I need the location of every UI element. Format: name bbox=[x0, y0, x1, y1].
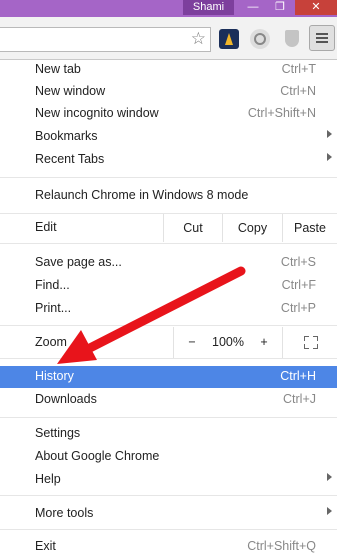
close-button[interactable]: ✕ bbox=[295, 0, 337, 15]
menu-item-help[interactable]: Help bbox=[0, 469, 337, 491]
bookmark-star-icon[interactable]: ☆ bbox=[191, 29, 206, 49]
menu-item-save-page-as[interactable]: Save page as... Ctrl+S bbox=[0, 252, 337, 274]
menu-separator bbox=[0, 243, 337, 244]
shield-extension-icon[interactable] bbox=[282, 29, 302, 49]
menu-item-downloads[interactable]: Downloads Ctrl+J bbox=[0, 389, 337, 411]
menu-item-recent-tabs[interactable]: Recent Tabs bbox=[0, 149, 337, 171]
menu-item-label: Bookmarks bbox=[35, 129, 98, 143]
chrome-menu-button[interactable] bbox=[309, 25, 335, 51]
menu-item-find[interactable]: Find... Ctrl+F bbox=[0, 275, 337, 297]
submenu-arrow-icon bbox=[327, 507, 332, 515]
menu-item-label: New tab bbox=[35, 62, 81, 76]
menu-item-print[interactable]: Print... Ctrl+P bbox=[0, 298, 337, 320]
menu-item-label: Downloads bbox=[35, 392, 97, 406]
menu-item-shortcut: Ctrl+Shift+Q bbox=[247, 539, 316, 553]
address-bar[interactable]: ☆ bbox=[0, 27, 211, 52]
menu-item-shortcut: Ctrl+S bbox=[280, 255, 316, 269]
zoom-out-button[interactable]: − bbox=[173, 327, 210, 358]
profile-name-badge[interactable]: Shami bbox=[183, 0, 234, 15]
menu-item-label: Recent Tabs bbox=[35, 152, 105, 166]
menu-item-more-tools[interactable]: More tools bbox=[0, 503, 337, 525]
menu-separator bbox=[0, 417, 337, 418]
menu-separator bbox=[0, 177, 337, 178]
menu-item-settings[interactable]: Settings bbox=[0, 423, 337, 445]
menu-item-label: Print... bbox=[35, 301, 72, 315]
zoom-in-button[interactable]: + bbox=[246, 327, 282, 358]
submenu-arrow-icon bbox=[327, 130, 332, 138]
menu-item-label: Save page as... bbox=[35, 255, 122, 269]
menu-separator bbox=[0, 495, 337, 496]
menu-item-shortcut: Ctrl+H bbox=[280, 369, 316, 383]
menu-item-shortcut: Ctrl+P bbox=[280, 301, 316, 315]
menu-item-label: Help bbox=[35, 472, 61, 486]
minimize-button[interactable]: — bbox=[241, 0, 265, 15]
menu-item-label: Settings bbox=[35, 426, 81, 440]
extension-icon[interactable] bbox=[219, 29, 239, 49]
zoom-row: Zoom − 100% + bbox=[0, 327, 337, 358]
menu-item-label: History bbox=[35, 369, 74, 383]
restore-button[interactable]: ❐ bbox=[268, 0, 292, 15]
paste-button[interactable]: Paste bbox=[282, 214, 337, 242]
menu-item-label: Find... bbox=[35, 278, 70, 292]
submenu-arrow-icon bbox=[327, 473, 332, 481]
zoom-level: 100% bbox=[212, 335, 244, 349]
edit-label: Edit bbox=[35, 220, 57, 234]
chrome-main-menu: New tab Ctrl+T New window Ctrl+N New inc… bbox=[0, 59, 337, 560]
browser-toolbar: ☆ bbox=[0, 17, 337, 60]
menu-separator bbox=[0, 325, 337, 326]
menu-item-about-chrome[interactable]: About Google Chrome bbox=[0, 446, 337, 468]
submenu-arrow-icon bbox=[327, 153, 332, 161]
menu-item-new-window[interactable]: New window Ctrl+N bbox=[0, 81, 337, 103]
menu-item-label: Exit bbox=[35, 539, 56, 553]
menu-separator bbox=[0, 358, 337, 359]
menu-item-label: New window bbox=[35, 84, 106, 98]
menu-item-label: Relaunch Chrome in Windows 8 mode bbox=[35, 188, 249, 202]
menu-item-exit[interactable]: Exit Ctrl+Shift+Q bbox=[0, 536, 337, 558]
menu-item-shortcut: Ctrl+J bbox=[283, 392, 316, 406]
menu-item-shortcut: Ctrl+N bbox=[280, 84, 316, 98]
menu-item-new-incognito-window[interactable]: New incognito window Ctrl+Shift+N bbox=[0, 103, 337, 125]
menu-item-shortcut: Ctrl+F bbox=[281, 278, 316, 292]
zoom-label: Zoom bbox=[35, 335, 67, 349]
menu-item-new-tab[interactable]: New tab Ctrl+T bbox=[0, 59, 337, 81]
cut-button[interactable]: Cut bbox=[163, 214, 222, 242]
menu-item-label: New incognito window bbox=[35, 106, 159, 120]
menu-item-label: About Google Chrome bbox=[35, 449, 160, 463]
fullscreen-icon bbox=[304, 336, 318, 349]
menu-item-label: More tools bbox=[35, 506, 94, 520]
menu-item-relaunch-windows8[interactable]: Relaunch Chrome in Windows 8 mode bbox=[0, 185, 337, 207]
menu-item-shortcut: Ctrl+Shift+N bbox=[247, 106, 316, 120]
extension-icon[interactable] bbox=[250, 29, 270, 49]
copy-button[interactable]: Copy bbox=[222, 214, 282, 242]
edit-row: Edit Cut Copy Paste bbox=[0, 214, 337, 242]
menu-item-bookmarks[interactable]: Bookmarks bbox=[0, 126, 337, 148]
menu-item-history[interactable]: History Ctrl+H bbox=[0, 366, 337, 388]
fullscreen-button[interactable] bbox=[282, 327, 337, 358]
window-titlebar: Shami — ❐ ✕ bbox=[0, 0, 337, 17]
menu-item-shortcut: Ctrl+T bbox=[281, 62, 316, 76]
menu-separator bbox=[0, 529, 337, 530]
